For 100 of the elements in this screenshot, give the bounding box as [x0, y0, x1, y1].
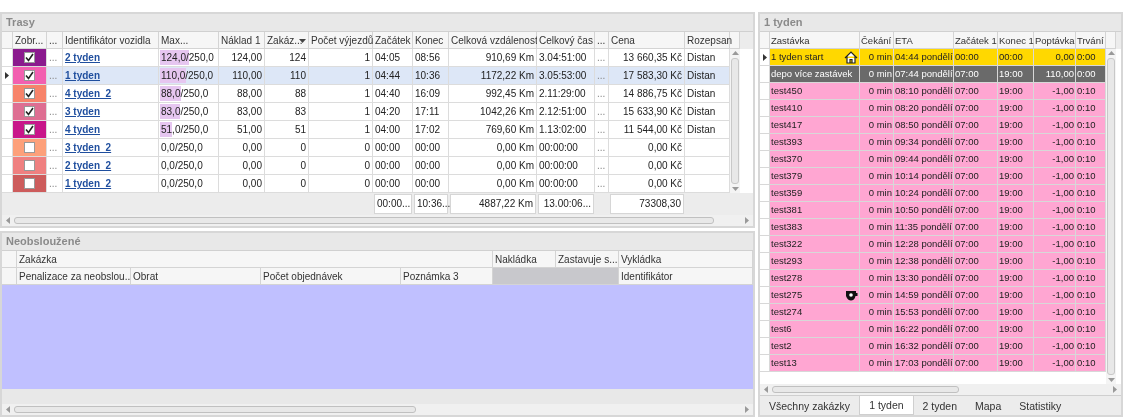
scroll-right-icon[interactable]: [745, 217, 749, 224]
scroll-thumb[interactable]: [14, 406, 416, 413]
checkbox[interactable]: [24, 52, 35, 63]
horizontal-scrollbar[interactable]: [2, 404, 753, 415]
vehicle-link[interactable]: 4 tyden: [65, 124, 100, 135]
tab[interactable]: Mapa: [966, 396, 1011, 415]
scroll-up-icon[interactable]: [1107, 51, 1115, 55]
checkbox[interactable]: [24, 160, 35, 171]
table-cell: 15:53 pondělí: [894, 304, 954, 321]
stop-name: test381: [771, 203, 803, 217]
column-header[interactable]: Identifikátor: [619, 268, 753, 285]
checkbox[interactable]: [24, 124, 35, 135]
scroll-left-icon[interactable]: [764, 386, 768, 393]
checkbox[interactable]: [24, 88, 35, 99]
column-header[interactable]: Čekání: [860, 32, 894, 49]
vertical-scrollbar[interactable]: [1106, 49, 1116, 384]
table-cell: 07:00: [954, 304, 998, 321]
vehicle-link[interactable]: 1 tyden: [65, 70, 100, 81]
table-cell: 0 min: [860, 66, 894, 83]
scroll-left-icon[interactable]: [6, 217, 10, 224]
table-cell: 0:10: [1076, 253, 1106, 270]
tab[interactable]: 1 tyden: [859, 396, 914, 415]
capacity-meter: 83,0/250,0: [159, 103, 219, 121]
table-cell: 07:00: [954, 185, 998, 202]
vertical-scrollbar[interactable]: [730, 49, 740, 193]
scroll-right-icon[interactable]: [1113, 386, 1117, 393]
column-header[interactable]: Zastavuje s...: [556, 251, 619, 268]
vehicle-link[interactable]: 3 tyden_2: [65, 142, 112, 153]
vehicle-link[interactable]: 3 tyden: [65, 106, 100, 117]
table-cell: 0:10: [1076, 355, 1106, 372]
table-cell: 07:00: [954, 270, 998, 287]
column-header[interactable]: Zastávka: [770, 32, 860, 49]
table-cell: 10:50 pondělí: [894, 202, 954, 219]
checkbox[interactable]: [24, 106, 35, 117]
column-header[interactable]: Náklad 1: [219, 32, 265, 49]
tab[interactable]: Všechny zakázky: [760, 396, 860, 415]
vehicle-link[interactable]: 4 tyden_2: [65, 88, 112, 99]
scroll-thumb[interactable]: [772, 386, 960, 393]
row-indicator[interactable]: [760, 49, 770, 66]
table-cell: -1,00: [1034, 185, 1076, 202]
column-header[interactable]: Identifikátor vozidla: [63, 32, 159, 49]
column-header[interactable]: Trvání: [1076, 32, 1106, 49]
column-header[interactable]: Počet objednávek: [261, 268, 401, 285]
table-cell: 19:00: [998, 253, 1034, 270]
column-header[interactable]: Celkový čas: [537, 32, 595, 49]
table-cell: 3.05:53:00: [537, 67, 595, 85]
tab[interactable]: Statistiky: [1010, 396, 1071, 415]
column-header[interactable]: Počet výjezdů: [309, 32, 373, 49]
scroll-up-icon[interactable]: [731, 51, 739, 55]
column-header[interactable]: Rozepsan: [685, 32, 730, 49]
table-cell: 769,60 Km: [449, 121, 537, 139]
column-header[interactable]: Celková vzdálenost: [449, 32, 537, 49]
stop-name: depo více zastávek: [771, 67, 853, 81]
column-header[interactable]: Vykládka: [619, 251, 753, 268]
column-header[interactable]: Zobr...: [13, 32, 47, 49]
stop-name: test410: [771, 101, 803, 115]
scroll-down-icon[interactable]: [1107, 378, 1115, 382]
column-header[interactable]: Cena: [609, 32, 685, 49]
table-cell: 0:10: [1076, 202, 1106, 219]
row-indicator[interactable]: [2, 67, 13, 85]
checkbox[interactable]: [24, 70, 35, 81]
table-cell: 08:20 pondělí: [894, 100, 954, 117]
table-cell: 0 min: [860, 355, 894, 372]
column-header[interactable]: Začátek: [373, 32, 413, 49]
column-header[interactable]: ...: [595, 32, 609, 49]
vehicle-link[interactable]: 1 tyden_2: [65, 178, 112, 189]
table-cell: ...: [47, 85, 63, 103]
column-header[interactable]: Nakládka: [493, 251, 556, 268]
scroll-thumb[interactable]: [1107, 58, 1115, 375]
column-header[interactable]: ...: [47, 32, 63, 49]
column-header[interactable]: Začátek 1: [954, 32, 998, 49]
scroll-left-icon[interactable]: [6, 406, 10, 413]
column-header[interactable]: Konec 1: [998, 32, 1034, 49]
table-cell: 19:00: [998, 83, 1034, 100]
column-header[interactable]: Poptávka: [1034, 32, 1076, 49]
column-header[interactable]: Poznámka 3: [401, 268, 493, 285]
cup-icon: [845, 289, 858, 301]
horizontal-scrollbar[interactable]: [2, 215, 753, 226]
column-header[interactable]: ETA: [894, 32, 954, 49]
column-header[interactable]: Zakáz...: [265, 32, 309, 49]
table-cell: 0:10: [1076, 321, 1106, 338]
table-cell: 04:40: [373, 85, 413, 103]
vehicle-link[interactable]: 2 tyden_2: [65, 160, 112, 171]
table-cell: 0 min: [860, 253, 894, 270]
column-header[interactable]: Max...: [159, 32, 219, 49]
table-cell: ...: [47, 103, 63, 121]
column-header[interactable]: Konec: [413, 32, 449, 49]
column-header[interactable]: Obrat: [131, 268, 261, 285]
horizontal-scrollbar[interactable]: [760, 384, 1121, 395]
scroll-right-icon[interactable]: [745, 406, 749, 413]
scroll-thumb[interactable]: [14, 217, 714, 224]
checkbox[interactable]: [24, 178, 35, 189]
table-cell: 1042,26 Km: [449, 103, 537, 121]
checkbox[interactable]: [24, 142, 35, 153]
table-cell: 00:00: [373, 157, 413, 175]
scroll-thumb[interactable]: [731, 58, 739, 184]
column-header[interactable]: Zakázka: [17, 251, 493, 268]
tab[interactable]: 2 tyden: [913, 396, 967, 415]
scroll-down-icon[interactable]: [731, 187, 739, 191]
vehicle-link[interactable]: 2 tyden: [65, 52, 100, 63]
